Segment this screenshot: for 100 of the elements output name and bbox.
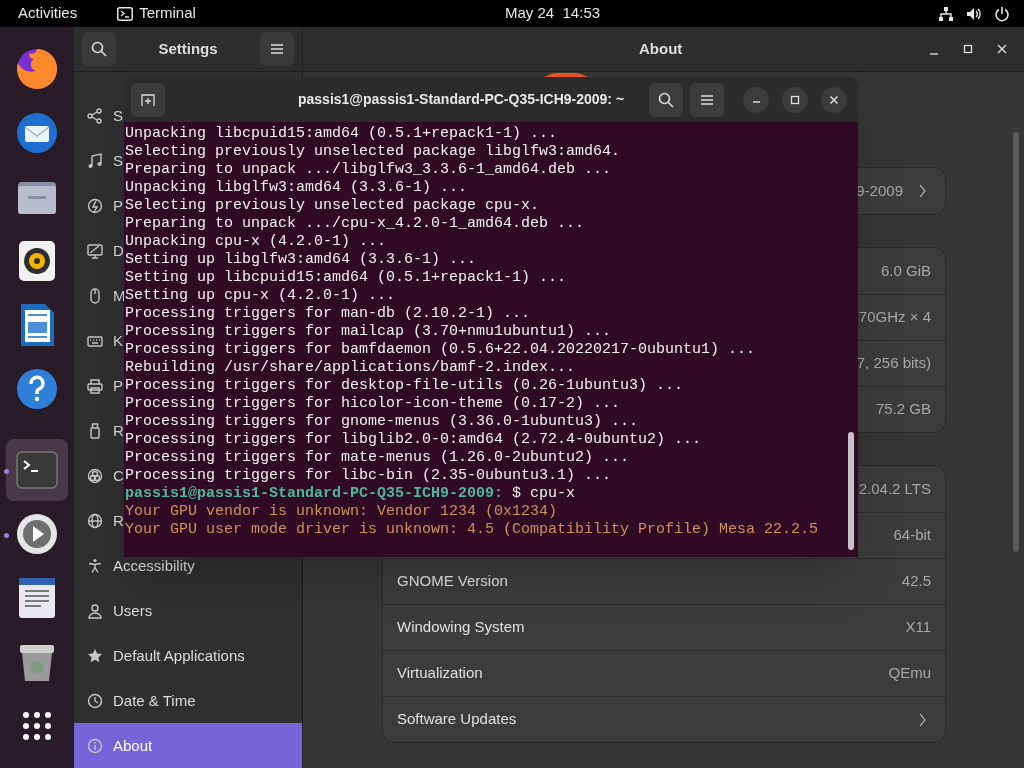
terminal-line: Selecting previously unselected package libglfw3:amd64. (125, 143, 622, 161)
terminal-icon (117, 6, 134, 21)
row-value: 7, 256 bits) (856, 353, 931, 374)
terminal-line: Preparing to unpack .../libglfw3_3.3.6-1_amd64.deb ... (125, 161, 613, 179)
app-grid-icon (21, 710, 53, 742)
sidebar-item[interactable]: About (74, 723, 302, 768)
globe-icon (87, 512, 103, 529)
row-value: 42.5 (901, 571, 931, 592)
menu-icon (700, 93, 714, 106)
terminal-line: Setting up libcpuid15:amd64 (0.5.1+repack1-1) ... (125, 269, 568, 287)
chevron-icon (919, 184, 927, 198)
row-label: Windowing System (397, 617, 525, 638)
menu-button[interactable] (690, 82, 724, 117)
menu-button[interactable] (260, 32, 294, 66)
sidebar-item[interactable]: S (113, 152, 123, 169)
sidebar-item[interactable]: R (113, 512, 124, 529)
sidebar-item[interactable]: K (113, 332, 123, 349)
search-icon (91, 41, 107, 57)
row-value: .70GHz × 4 (854, 307, 931, 328)
close-icon (829, 94, 839, 105)
activities-button[interactable]: Activities (18, 2, 78, 25)
terminal-line: Processing triggers for mate-menus (1.26.0-2ubuntu2) ... (125, 449, 631, 467)
new-tab-icon (140, 92, 156, 107)
sidebar-item[interactable]: Date & Time (113, 692, 196, 709)
terminal-line: Unpacking cpu-x (4.2.0-1) ... (125, 233, 388, 251)
clock[interactable]: May 24 14:53 (505, 2, 601, 25)
scrollbar-thumb[interactable] (848, 432, 854, 550)
display-icon (87, 242, 103, 259)
sidebar-item[interactable]: P (113, 377, 123, 394)
maximize-button[interactable] (782, 86, 808, 113)
warning-line: Your GPU vendor is unknown: Vendor 1234 (0x1234) (125, 503, 559, 521)
chevron-icon (919, 712, 927, 727)
new-tab-button[interactable] (131, 82, 165, 117)
search-icon (658, 91, 674, 108)
users-icon (87, 602, 103, 619)
row-value: 75.2 GB (875, 399, 931, 420)
prompt-text: passis1@passis1-Standard-PC-Q35-ICH9-2009: (125, 485, 504, 503)
terminal-title: passis1@passis1-Standard-PC-Q35-ICH9-2009: ~ (298, 90, 625, 109)
row-label: GNOME Version (397, 571, 508, 592)
sidebar-item[interactable]: C (113, 467, 124, 484)
row-value: 9-2009 (856, 180, 903, 201)
sidebar-item[interactable]: Default Applications (113, 647, 245, 664)
row-value: 64-bit (893, 525, 931, 546)
search-button[interactable] (649, 82, 683, 117)
close-button[interactable] (821, 86, 847, 113)
minimize-icon (752, 100, 760, 103)
terminal-line: Unpacking libcpuid15:amd64 (0.5.1+repack1-1) ... (125, 125, 559, 143)
accessibility-icon (87, 557, 103, 574)
app-menu[interactable]: Terminal (139, 2, 196, 25)
maximize-icon (790, 94, 800, 105)
terminal-line: Processing triggers for mailcap (3.70+nmu1ubuntu1) ... (125, 323, 613, 341)
row-value: X11 (905, 617, 931, 638)
color-wheel-icon (87, 467, 103, 484)
row-value: 2.04.2 LTS (858, 478, 931, 499)
clock-icon (87, 692, 103, 709)
row-label: Virtualization (397, 663, 483, 684)
terminal-line: Rebuilding /usr/share/applications/bamf-2.index... (125, 359, 577, 377)
close-icon (997, 44, 1007, 54)
maximize-icon (963, 44, 973, 54)
terminal-line: Processing triggers for desktop-file-utils (0.26-1ubuntu3) ... (125, 377, 685, 395)
play-icon (14, 511, 60, 557)
menu-icon (270, 43, 284, 55)
sidebar-item[interactable]: D (113, 242, 124, 259)
terminal-line: Setting up cpu-x (4.2.0-1) ... (125, 287, 397, 305)
globe-icon (14, 46, 60, 92)
music-note-icon (87, 152, 103, 169)
network-icon[interactable] (938, 5, 954, 22)
share-icon (87, 107, 103, 124)
sidebar-item[interactable]: P (113, 197, 123, 214)
sidebar-item[interactable]: M (113, 287, 126, 304)
terminal-line: Processing triggers for gnome-menus (3.36.0-1ubuntu3) ... (125, 413, 640, 431)
scrollbar-thumb[interactable] (1013, 132, 1019, 552)
row-label: Software Updates (397, 709, 517, 730)
sidebar-item[interactable]: R (113, 422, 124, 439)
mouse-icon (87, 287, 103, 304)
sidebar-item[interactable]: Users (113, 602, 153, 619)
sidebar-item[interactable]: S (113, 107, 123, 124)
star-icon (87, 647, 103, 664)
terminal-line: Processing triggers for bamfdaemon (0.5.6+22.04.20220217-0ubuntu1) ... (125, 341, 757, 359)
terminal-line: Processing triggers for libglib2.0-0:amd64 (2.72.4-0ubuntu2) ... (125, 431, 703, 449)
power-icon[interactable] (994, 5, 1010, 22)
minimize-icon (930, 53, 938, 55)
envelope-icon (14, 110, 60, 156)
printer-icon (87, 377, 103, 394)
terminal-line: Selecting previously unselected package cpu-x. (125, 197, 541, 215)
info-icon (87, 737, 103, 754)
terminal-line: Processing triggers for hicolor-icon-theme (0.17-2) ... (125, 395, 622, 413)
row-value: 6.0 GiB (880, 260, 931, 281)
help-icon (14, 366, 60, 412)
page-title: About (639, 38, 683, 59)
sidebar-item[interactable]: Accessibility (113, 557, 195, 574)
warning-line: Your GPU user mode driver is unknown: 4.5 (Compatibility Profile) Mesa 22.2.5 (125, 521, 820, 539)
settings-title: Settings (157, 38, 219, 59)
terminal-line: Preparing to unpack .../cpu-x_4.2.0-1_amd64.deb ... (125, 215, 586, 233)
terminal-line: Processing triggers for libc-bin (2.35-0ubuntu3.1) ... (125, 467, 613, 485)
terminal-line: Unpacking libglfw3:amd64 (3.3.6-1) ... (125, 179, 469, 197)
row-value: QEmu (888, 663, 931, 684)
terminal-line: Setting up libglfw3:amd64 (3.3.6-1) ... (125, 251, 478, 269)
search-button[interactable] (82, 32, 116, 66)
usb-drive-icon (87, 422, 103, 439)
